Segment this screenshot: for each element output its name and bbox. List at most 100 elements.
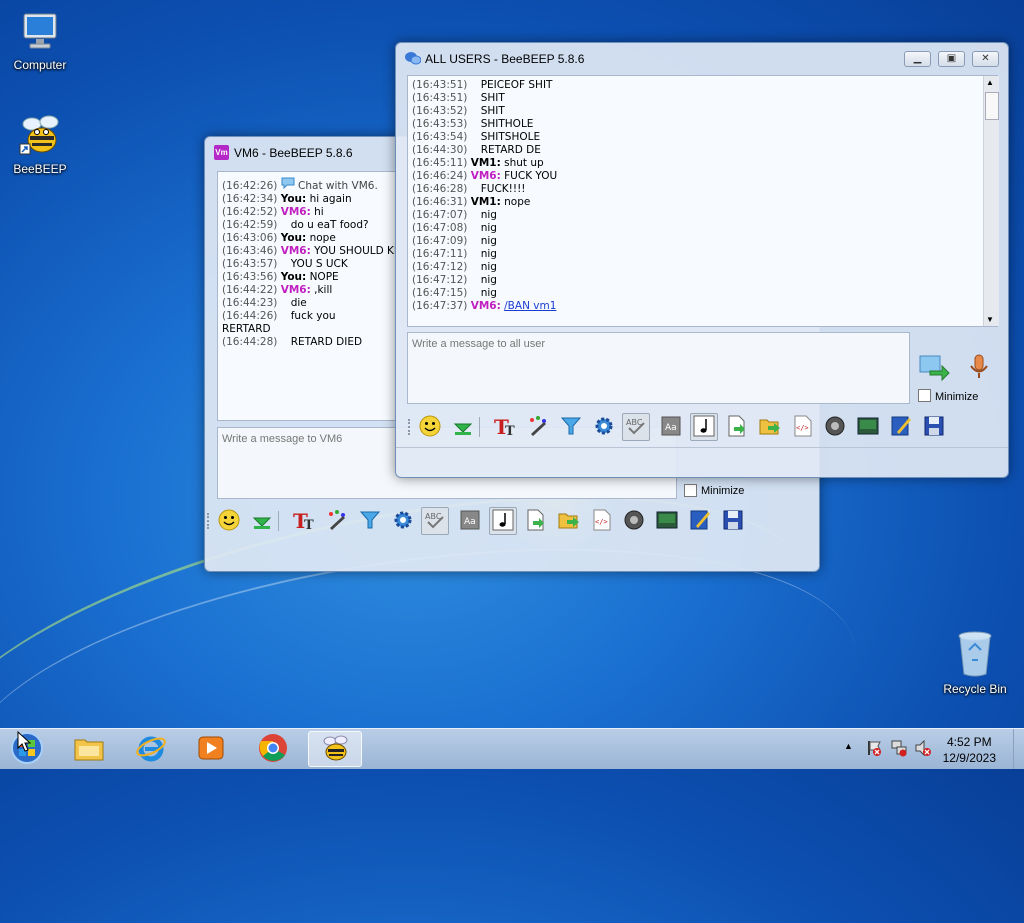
message-text: nig [480, 287, 497, 299]
video-chat-button[interactable] [653, 507, 681, 535]
screenshot-button[interactable] [821, 413, 849, 441]
download-button[interactable] [449, 413, 477, 441]
screenshot-button[interactable] [620, 507, 648, 535]
close-window-button[interactable]: ✕ [972, 51, 999, 67]
message-link[interactable]: /BAN vm1 [504, 300, 556, 312]
action-center-flag-icon[interactable] [866, 739, 882, 760]
show-hidden-icons-chevron-icon[interactable]: ▲ [844, 741, 853, 751]
message-timestamp: (16:42:34) [222, 193, 278, 205]
message-text: nig [480, 222, 497, 234]
settings-gear-button[interactable] [389, 507, 417, 535]
all-users-minimize-label: Minimize [935, 391, 979, 403]
send-folder-button[interactable] [756, 413, 784, 441]
save-button[interactable] [920, 413, 948, 441]
all-users-chat-history[interactable]: (16:43:51) PEICEOF SHIT (16:43:51) SHIT (1… [407, 75, 998, 327]
emoticon-button[interactable] [416, 413, 444, 441]
scrollbar-thumb[interactable] [985, 92, 999, 120]
all-users-window-titlebar[interactable]: ALL USERS - BeeBEEP 5.8.6 ▁ ▣ ✕ [396, 43, 1008, 73]
taskbar-app-chrome[interactable] [246, 731, 300, 767]
message-timestamp: (16:43:54) [412, 131, 468, 143]
video-chat-icon [856, 414, 880, 441]
text-style-button[interactable]: Aa [456, 507, 484, 535]
font-button[interactable]: TT [491, 413, 519, 441]
all-users-minimize-checkbox[interactable] [918, 389, 931, 402]
download-button[interactable] [248, 507, 276, 535]
svg-text:T: T [304, 518, 314, 532]
minimize-window-button[interactable]: ▁ [904, 51, 931, 67]
desktop-icon-label: Computer [13, 58, 67, 72]
chat-message-line: RERTARD [222, 323, 391, 336]
taskbar: ▲ 4:52 PM 12/9/2023 [0, 728, 1024, 769]
show-desktop-button[interactable] [1013, 729, 1024, 769]
voice-message-button[interactable] [968, 353, 990, 381]
chat-message-line: (16:43:51) PEICEOF SHIT [412, 79, 993, 92]
color-pen-button[interactable] [524, 413, 552, 441]
color-pen-button[interactable] [323, 507, 351, 535]
message-text: nig [480, 248, 497, 260]
vm6-chat-history[interactable]: (16:42:26) Chat with VM6. (16:42:34) You:… [217, 171, 395, 421]
taskbar-app-media-player[interactable] [184, 731, 238, 767]
video-chat-button[interactable] [854, 413, 882, 441]
toolbar-grip-icon[interactable] [207, 513, 212, 529]
filter-button[interactable] [557, 413, 585, 441]
system-clock[interactable]: 4:52 PM 12/9/2023 [943, 734, 996, 766]
desktop-icon-computer[interactable]: Computer [0, 10, 80, 72]
music-note-button[interactable] [489, 507, 517, 535]
maximize-icon: ▣ [946, 53, 957, 64]
maximize-window-button[interactable]: ▣ [938, 51, 965, 67]
settings-gear-button[interactable] [590, 413, 618, 441]
message-text: die [290, 297, 307, 309]
all-users-message-input[interactable]: Write a message to all user [407, 332, 910, 404]
taskbar-app-internet-explorer[interactable] [124, 731, 178, 767]
send-folder-button[interactable] [555, 507, 583, 535]
chat-message-line: (16:44:26) fuck you [222, 310, 391, 323]
spellcheck-button[interactable]: ABC [622, 413, 650, 441]
svg-text:T: T [505, 424, 515, 438]
volume-muted-icon[interactable] [914, 739, 932, 760]
send-file-button[interactable] [522, 507, 550, 535]
beebeep-icon [319, 732, 351, 767]
network-icon[interactable] [890, 739, 908, 760]
save-icon [922, 414, 946, 441]
save-button[interactable] [719, 507, 747, 535]
music-note-button[interactable] [690, 413, 718, 441]
message-timestamp: (16:42:26) [222, 180, 278, 192]
taskbar-app-beebeep[interactable] [308, 731, 362, 767]
desktop-icon-beebeep[interactable]: BeeBEEP [0, 112, 80, 176]
message-timestamp: (16:44:26) [222, 310, 278, 322]
beebeep-icon [16, 112, 64, 158]
desktop-icon-recycle-bin[interactable]: Recycle Bin [935, 630, 1015, 696]
scroll-up-arrow-icon[interactable]: ▲ [986, 78, 994, 87]
message-sender: VM6: [470, 170, 501, 182]
filter-button[interactable] [356, 507, 384, 535]
chat-message-line: (16:43:53) SHITHOLE [412, 118, 993, 131]
emoticon-button[interactable] [215, 507, 243, 535]
filter-icon [559, 414, 583, 441]
edit-note-button[interactable] [887, 413, 915, 441]
spellcheck-button[interactable]: ABC [421, 507, 449, 535]
send-file-button[interactable] [723, 413, 751, 441]
chat-scrollbar[interactable]: ▲ ▼ [983, 76, 999, 326]
font-button[interactable]: TT [290, 507, 318, 535]
edit-note-button[interactable] [686, 507, 714, 535]
toolbar-grip-icon[interactable] [408, 419, 413, 435]
window-title: VM6 - BeeBEEP 5.8.6 [234, 146, 353, 160]
edit-note-icon [889, 414, 913, 441]
scroll-down-arrow-icon[interactable]: ▼ [986, 315, 994, 324]
message-timestamp: (16:47:12) [412, 274, 468, 286]
message-sender: VM6: [470, 300, 501, 312]
html-code-button[interactable]: </> [588, 507, 616, 535]
message-text: hi again [309, 193, 352, 205]
emoticon-icon [418, 414, 442, 441]
message-text: SHITSHOLE [480, 131, 541, 143]
send-message-button[interactable] [918, 353, 950, 382]
all-users-chat-window[interactable]: ALL USERS - BeeBEEP 5.8.6 ▁ ▣ ✕ (16:43:5… [395, 42, 1009, 478]
video-chat-icon [655, 508, 679, 535]
vm6-minimize-checkbox[interactable] [684, 484, 697, 497]
taskbar-app-file-explorer[interactable] [62, 731, 116, 767]
html-code-button[interactable]: </> [789, 413, 817, 441]
message-timestamp: (16:43:51) [412, 79, 468, 91]
message-text: SHIT [480, 92, 505, 104]
media-player-icon [196, 733, 226, 766]
text-style-button[interactable]: Aa [657, 413, 685, 441]
